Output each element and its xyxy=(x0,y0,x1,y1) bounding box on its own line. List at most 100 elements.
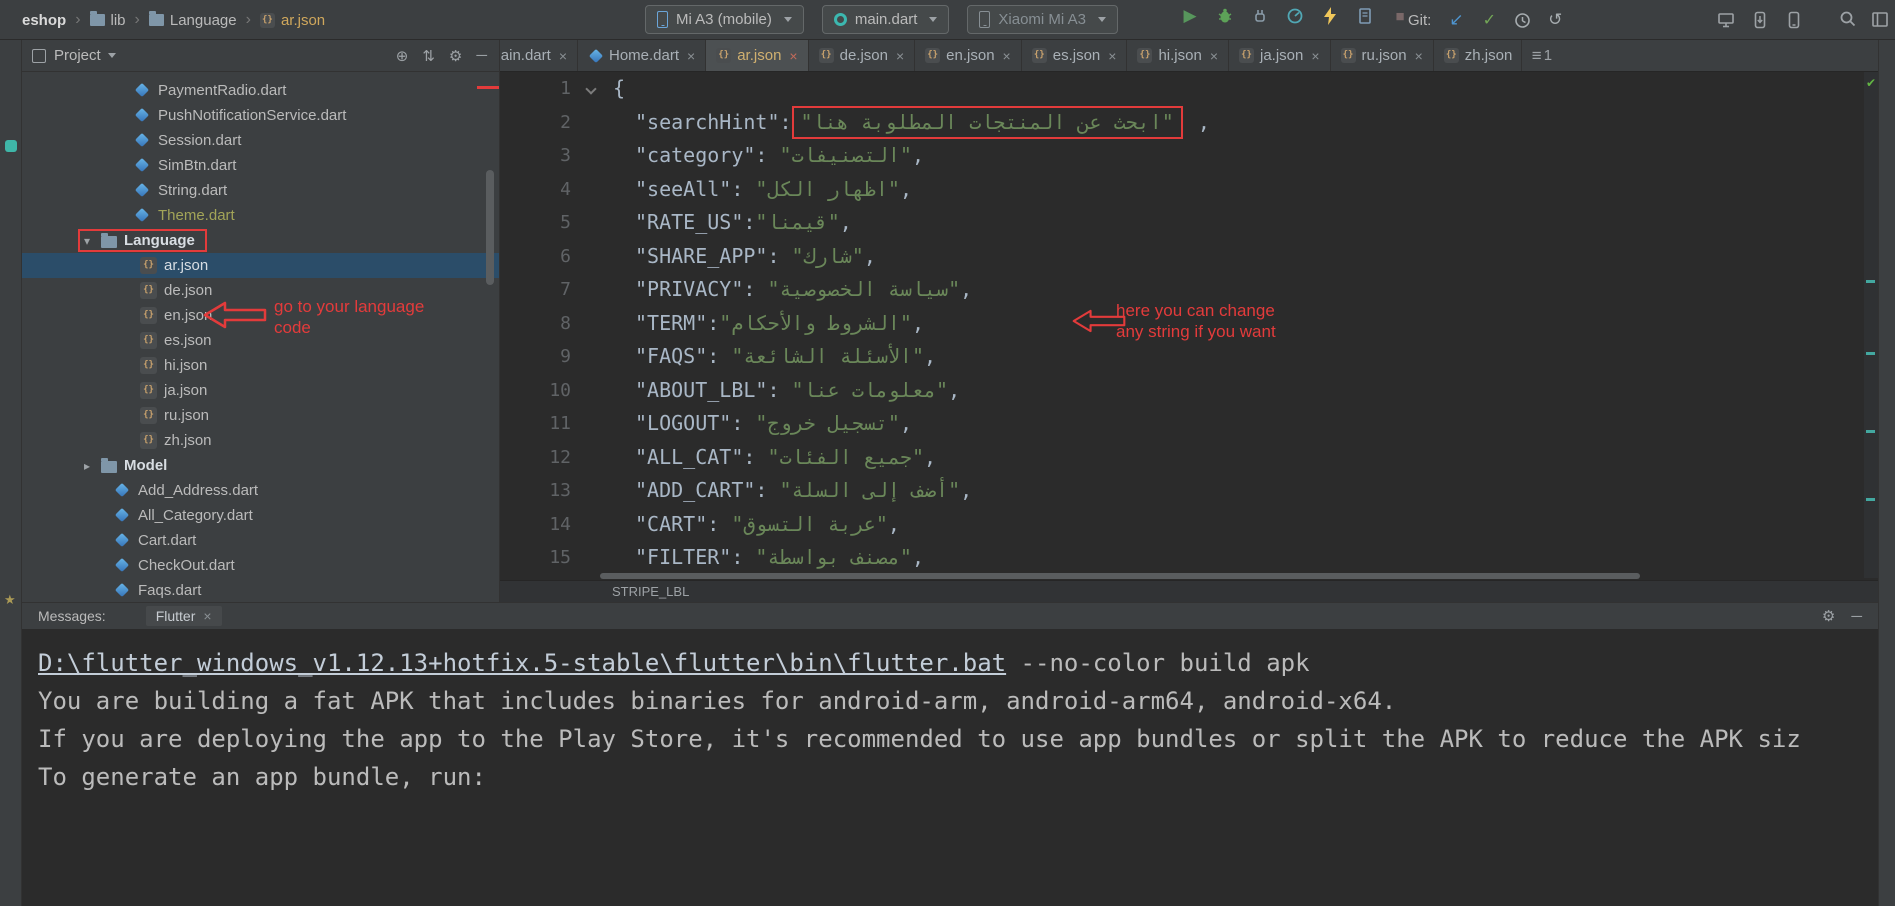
breadcrumb-item[interactable]: Language xyxy=(149,11,260,29)
json-value: "مصنف بواسطة" xyxy=(755,545,912,569)
editor-tab[interactable]: zh.json xyxy=(1434,40,1522,71)
tree-item[interactable]: Theme.dart xyxy=(22,203,499,228)
search-everywhere-button[interactable] xyxy=(1838,9,1858,29)
console-output[interactable]: D:\flutter_windows_v1.12.13+hotfix.5-sta… xyxy=(22,630,1878,796)
close-icon[interactable] xyxy=(559,48,567,64)
stripe-mark[interactable] xyxy=(1866,352,1875,355)
dart-tool-icon[interactable] xyxy=(5,140,17,152)
editor-tab[interactable]: en.json xyxy=(915,40,1022,71)
tree-item[interactable]: String.dart xyxy=(22,178,499,203)
file-type-icon xyxy=(140,257,157,274)
collapse-all-button[interactable]: ⇅ xyxy=(422,47,435,65)
stripe-mark[interactable] xyxy=(1866,498,1875,501)
tree-item[interactable]: Language xyxy=(22,228,499,253)
device-selector[interactable]: Mi A3 (mobile) xyxy=(645,5,804,34)
close-icon[interactable] xyxy=(1003,48,1011,64)
breadcrumb-item[interactable]: lib xyxy=(90,11,149,29)
toolbar-corner-controls xyxy=(1838,9,1890,29)
tree-item[interactable]: hi.json xyxy=(22,353,499,378)
expand-arrow-icon[interactable] xyxy=(84,459,101,473)
stripe-mark[interactable] xyxy=(1866,280,1875,283)
breadcrumb-item[interactable]: ar.json xyxy=(260,12,325,29)
stop-button[interactable]: ■ xyxy=(1390,6,1410,26)
editor-breadcrumb[interactable]: STRIPE_LBL xyxy=(500,580,1878,602)
stripe-mark[interactable] xyxy=(1866,430,1875,433)
gear-icon[interactable]: ⚙ xyxy=(449,47,462,65)
line-number: 4 xyxy=(500,173,585,207)
hide-panel-button[interactable]: ─ xyxy=(476,47,487,64)
project-panel-header: Project ⊕ ⇅ ⚙ ─ xyxy=(22,40,499,72)
close-icon[interactable] xyxy=(1311,48,1319,64)
tree-item[interactable]: Cart.dart xyxy=(22,528,499,553)
tree-scrollbar[interactable] xyxy=(486,170,494,285)
favorites-star-icon[interactable]: ★ xyxy=(4,592,16,608)
layout-settings-button[interactable] xyxy=(1870,9,1890,29)
chevron-down-icon[interactable] xyxy=(108,53,116,58)
inspections-ok-icon[interactable] xyxy=(1864,76,1878,90)
attach-debugger-button[interactable] xyxy=(1250,6,1270,26)
horizontal-scrollbar[interactable] xyxy=(600,573,1640,579)
tree-item[interactable]: PaymentRadio.dart xyxy=(22,78,499,103)
editor-tab[interactable]: main.dart xyxy=(500,40,578,71)
hide-panel-button[interactable]: ─ xyxy=(1851,608,1862,625)
file-type-icon xyxy=(1341,48,1356,63)
devtools-button[interactable] xyxy=(1355,6,1375,26)
editor-tab[interactable]: ru.json xyxy=(1331,40,1434,71)
tree-item[interactable]: ru.json xyxy=(22,403,499,428)
debug-button[interactable] xyxy=(1215,6,1235,26)
tree-item[interactable]: ja.json xyxy=(22,378,499,403)
gutter-fold-column xyxy=(585,307,601,341)
tree-item[interactable]: Model xyxy=(22,453,499,478)
project-panel-title[interactable]: Project xyxy=(54,47,101,64)
tree-item[interactable]: All_Category.dart xyxy=(22,503,499,528)
hot-reload-button[interactable] xyxy=(1320,6,1340,26)
editor-tab[interactable]: de.json xyxy=(809,40,916,71)
flutter-console-tab[interactable]: Flutter xyxy=(146,606,222,626)
tree-item[interactable]: PushNotificationService.dart xyxy=(22,103,499,128)
git-commit-button[interactable]: ✓ xyxy=(1479,10,1499,30)
run-button[interactable]: ▶ xyxy=(1180,6,1200,26)
install-on-device-button[interactable] xyxy=(1750,10,1770,30)
tree-item[interactable]: SimBtn.dart xyxy=(22,153,499,178)
tree-item[interactable]: CheckOut.dart xyxy=(22,553,499,578)
deploy-target-selector[interactable]: Xiaomi Mi A3 xyxy=(967,5,1118,34)
expand-arrow-icon[interactable] xyxy=(84,234,101,248)
close-icon[interactable] xyxy=(687,48,695,64)
locate-file-button[interactable]: ⊕ xyxy=(396,47,409,65)
search-icon xyxy=(1839,10,1857,28)
console-link[interactable]: D:\flutter_windows_v1.12.13+hotfix.5-sta… xyxy=(38,649,1006,677)
toolbar-selectors: Mi A3 (mobile) main.dart Xiaomi Mi A3 xyxy=(645,5,1118,34)
editor-tab[interactable]: hi.json xyxy=(1127,40,1229,71)
git-history-button[interactable] xyxy=(1512,10,1532,30)
tree-item[interactable]: ar.json xyxy=(22,253,499,278)
git-update-button[interactable]: ↙ xyxy=(1446,10,1466,30)
editor-tab[interactable]: ar.json xyxy=(706,40,808,71)
device-monitor-button[interactable] xyxy=(1716,10,1736,30)
git-rollback-button[interactable]: ↺ xyxy=(1545,10,1565,30)
fold-icon[interactable] xyxy=(585,83,596,94)
close-icon[interactable] xyxy=(789,48,797,64)
gear-icon[interactable]: ⚙ xyxy=(1822,607,1835,625)
tree-item[interactable]: Add_Address.dart xyxy=(22,478,499,503)
close-icon[interactable] xyxy=(203,608,211,624)
tree-item-label: Session.dart xyxy=(158,132,241,149)
hidden-tabs-button[interactable]: 1 xyxy=(1522,40,1562,71)
close-icon[interactable] xyxy=(1108,48,1116,64)
editor-tab[interactable]: ja.json xyxy=(1229,40,1331,71)
editor-tab[interactable]: Home.dart xyxy=(578,40,706,71)
breadcrumb-item[interactable]: eshop xyxy=(22,11,90,29)
tree-item[interactable]: Faqs.dart xyxy=(22,578,499,602)
tree-item-label: CheckOut.dart xyxy=(138,557,235,574)
entry-point-selector[interactable]: main.dart xyxy=(822,5,950,34)
messages-panel-header: Messages: Flutter ⚙ ─ xyxy=(22,602,1878,630)
editor-tab[interactable]: es.json xyxy=(1022,40,1128,71)
close-icon[interactable] xyxy=(1210,48,1218,64)
tree-item[interactable]: zh.json xyxy=(22,428,499,453)
close-icon[interactable] xyxy=(1415,48,1423,64)
json-punctuation: , xyxy=(960,277,972,301)
profiler-button[interactable] xyxy=(1285,6,1305,26)
tree-item[interactable]: Session.dart xyxy=(22,128,499,153)
device-manager-button[interactable] xyxy=(1784,10,1804,30)
close-icon[interactable] xyxy=(896,48,904,64)
error-stripe[interactable] xyxy=(1864,72,1878,578)
